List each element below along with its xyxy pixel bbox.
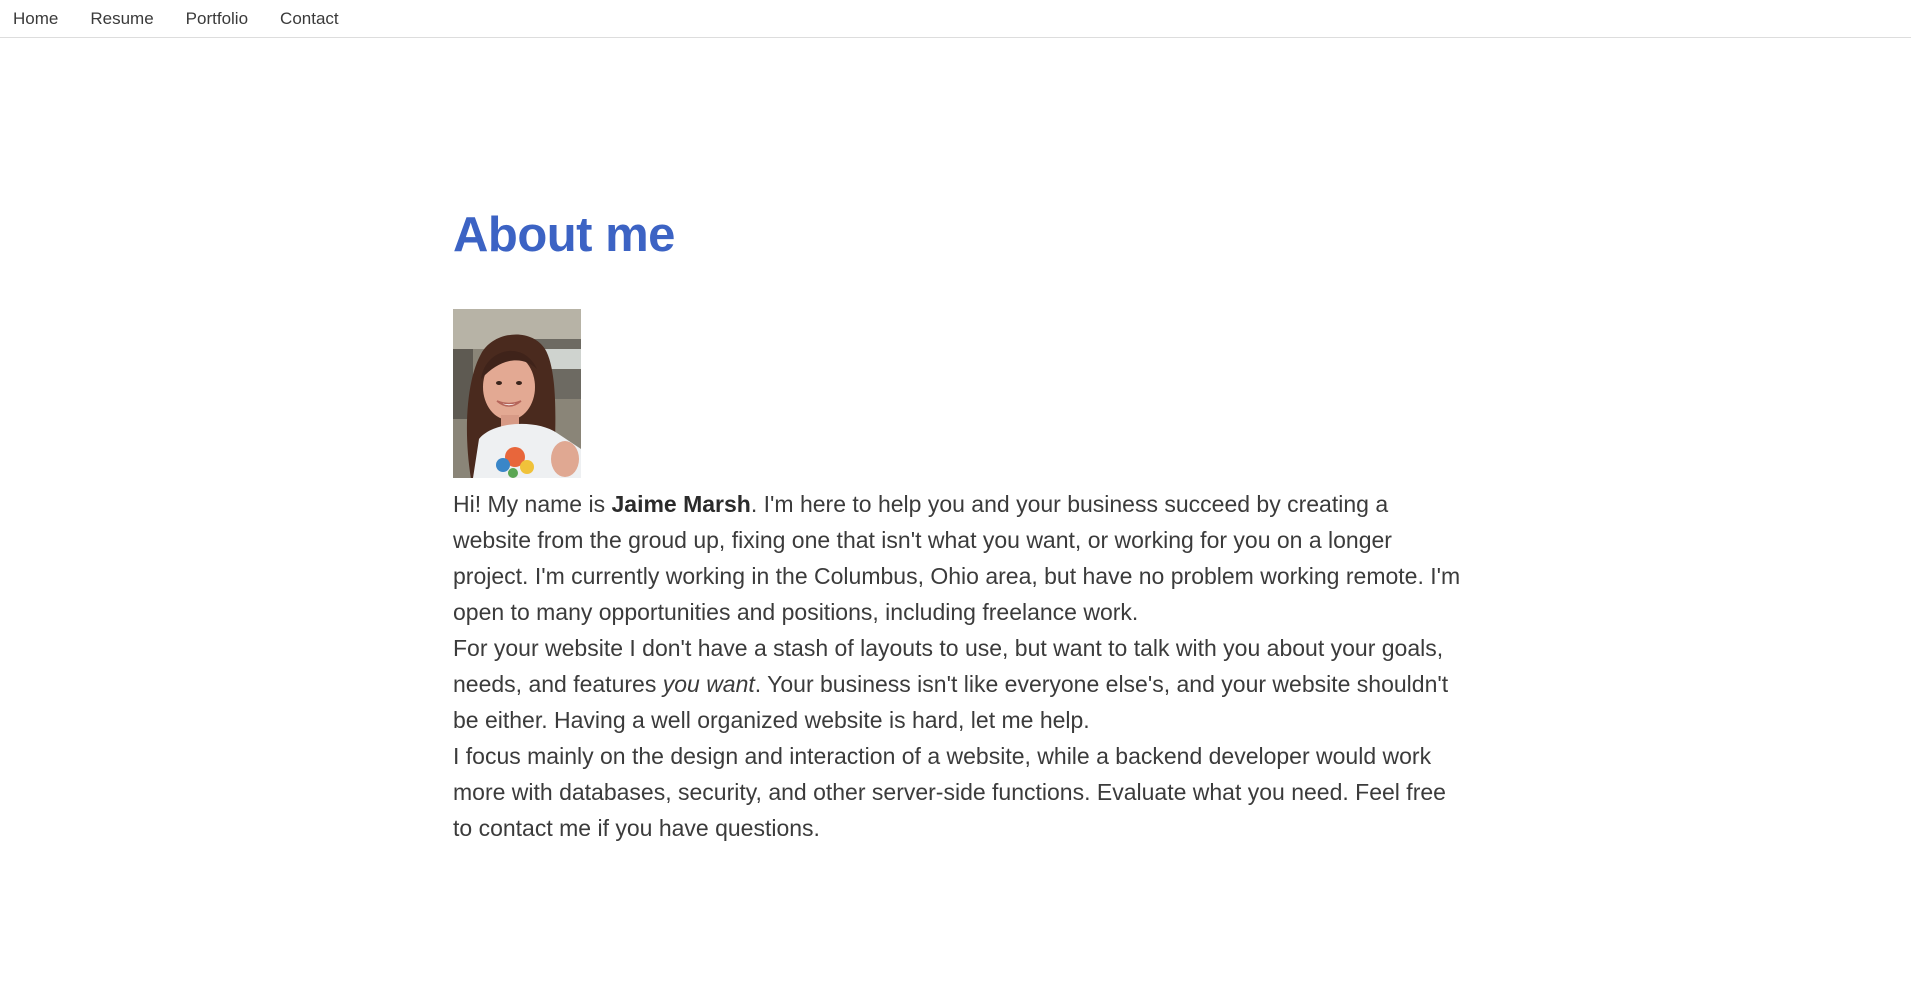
emphasis-text: you want	[662, 671, 755, 697]
about-section: About me Hi! My name is Jaime Marsh. I'm…	[453, 200, 1463, 846]
nav-link-portfolio[interactable]: Portfolio	[186, 9, 248, 29]
bio-paragraph-intro: Hi! My name is Jaime Marsh. I'm here to …	[453, 491, 1461, 625]
author-name: Jaime Marsh	[611, 491, 751, 517]
bio-paragraph-focus: I focus mainly on the design and interac…	[453, 743, 1446, 841]
bio-paragraph-layouts: For your website I don't have a stash of…	[453, 635, 1449, 733]
bio-text: Hi! My name is Jaime Marsh. I'm here to …	[453, 486, 1463, 846]
nav-link-resume[interactable]: Resume	[90, 9, 153, 29]
nav-link-contact[interactable]: Contact	[280, 9, 339, 29]
top-navigation: Home Resume Portfolio Contact	[0, 0, 1911, 38]
nav-link-home[interactable]: Home	[13, 9, 58, 29]
page-title: About me	[453, 208, 675, 262]
profile-photo	[453, 309, 581, 478]
